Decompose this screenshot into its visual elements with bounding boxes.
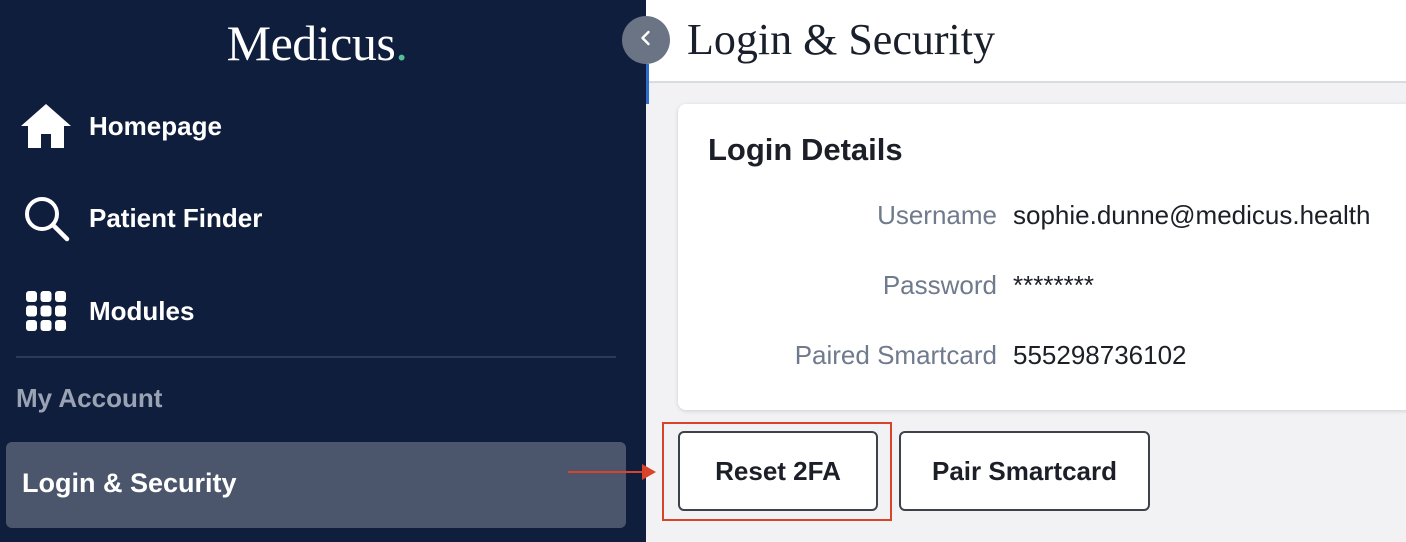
sidebar-item-label: Homepage xyxy=(89,110,222,141)
sidebar-item-modules[interactable]: Modules xyxy=(0,281,646,341)
username-label: Username xyxy=(877,200,997,230)
password-label: Password xyxy=(882,270,997,300)
paired-smartcard-label: Paired Smartcard xyxy=(794,340,997,370)
password-value: ******** xyxy=(1013,270,1094,300)
card-title: Login Details xyxy=(708,132,903,167)
pair-smartcard-button[interactable]: Pair Smartcard xyxy=(899,431,1150,511)
grid-icon xyxy=(20,285,72,337)
sidebar-item-login-security[interactable]: Login & Security xyxy=(6,442,626,528)
search-icon xyxy=(20,192,72,244)
sidebar-item-homepage[interactable]: Homepage xyxy=(0,96,646,156)
header-accent xyxy=(646,64,649,104)
brand-name: Medicus xyxy=(226,15,396,71)
sidebar-section-label: My Account xyxy=(16,383,163,413)
brand-logo[interactable]: Medicus. xyxy=(0,14,634,72)
sidebar: Medicus. Homepage Patient Finder Modules… xyxy=(0,0,646,542)
annotation-arrow-head xyxy=(642,464,656,480)
login-details-card: Login Details Username sophie.dunne@medi… xyxy=(678,104,1406,410)
sidebar-item-label: Patient Finder xyxy=(89,202,263,233)
collapse-sidebar-button[interactable] xyxy=(622,16,670,64)
chevron-left-icon xyxy=(637,29,655,52)
sidebar-divider xyxy=(16,356,616,358)
home-icon xyxy=(20,100,72,152)
reset-2fa-button[interactable]: Reset 2FA xyxy=(678,431,878,511)
page-header: Login & Security xyxy=(646,0,1406,104)
page-title: Login & Security xyxy=(687,15,995,64)
username-value: sophie.dunne@medicus.health xyxy=(1013,200,1371,230)
paired-smartcard-value: 555298736102 xyxy=(1013,340,1187,370)
sidebar-item-label: Login & Security xyxy=(22,468,237,498)
brand-dot: . xyxy=(395,15,408,71)
sidebar-item-label: Modules xyxy=(89,295,195,326)
sidebar-item-patient-finder[interactable]: Patient Finder xyxy=(0,188,646,248)
annotation-arrow xyxy=(568,471,644,473)
